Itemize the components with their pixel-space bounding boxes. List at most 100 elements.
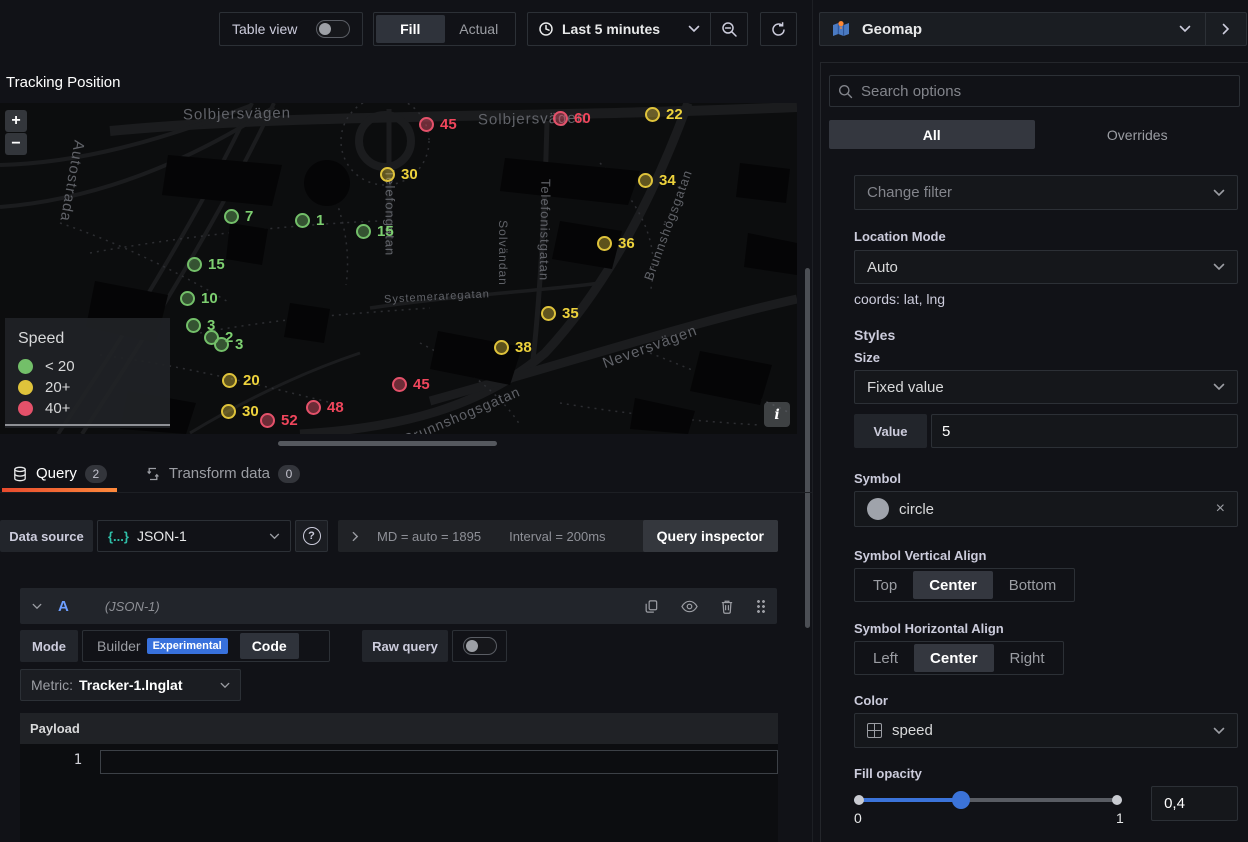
fill-opacity-input[interactable]: 0,4 (1151, 786, 1238, 821)
color-select[interactable]: speed (854, 713, 1238, 748)
map-point[interactable]: 45 (392, 376, 430, 393)
payload-code-editor[interactable]: 1 (20, 744, 778, 842)
tab-all[interactable]: All (829, 120, 1035, 149)
map-point[interactable]: 30 (221, 403, 259, 420)
query-row-header[interactable]: A (JSON-1) (20, 588, 777, 624)
payload-section-header: Payload (20, 713, 778, 744)
slider-thumb[interactable] (952, 791, 970, 809)
horizontal-scrollbar[interactable] (278, 441, 497, 446)
map-attribution-button[interactable]: i (764, 402, 790, 427)
search-options-input[interactable] (861, 83, 1231, 100)
tab-overrides[interactable]: Overrides (1035, 120, 1241, 149)
clear-symbol-icon[interactable]: × (1216, 500, 1225, 518)
refresh-button[interactable] (760, 12, 797, 46)
map-point[interactable]: 45 (419, 116, 457, 133)
slider-min-label: 0 (854, 810, 862, 826)
legend-item-label: < 20 (45, 358, 75, 375)
duplicate-query-icon[interactable] (644, 599, 659, 614)
query-ref-id: A (58, 598, 69, 615)
vertical-align-top[interactable]: Top (857, 571, 913, 599)
map-zoom-out-button[interactable]: − (5, 133, 27, 155)
change-filter-placeholder: Change filter (867, 184, 952, 201)
zoom-out-time-button[interactable] (710, 13, 747, 45)
point-value: 15 (377, 223, 394, 240)
map-point[interactable]: 7 (224, 208, 253, 225)
time-range-button[interactable]: Last 5 minutes (528, 13, 710, 45)
tab-query[interactable]: Query 2 (2, 455, 117, 492)
clock-icon (538, 21, 554, 37)
fill-option[interactable]: Fill (376, 15, 445, 43)
point-value: 45 (440, 116, 457, 133)
fill-opacity-slider[interactable]: 0 1 (854, 786, 1125, 828)
location-mode-select[interactable]: Auto (854, 250, 1238, 284)
horizontal-align-left[interactable]: Left (857, 644, 914, 672)
point-value: 36 (618, 235, 635, 252)
metric-picker[interactable]: Metric: Tracker-1.lnglat (20, 669, 241, 701)
size-mode-select[interactable]: Fixed value (854, 370, 1238, 404)
visualization-picker[interactable]: Geomap (819, 12, 1247, 46)
map-point[interactable]: 36 (597, 235, 635, 252)
styles-section-header: Styles (854, 327, 1238, 343)
tab-transform-data[interactable]: Transform data 0 (135, 455, 310, 492)
drag-handle[interactable] (756, 599, 765, 613)
collapse-chevron-icon[interactable] (32, 603, 42, 610)
map-point[interactable]: 60 (553, 110, 591, 127)
map-zoom-in-button[interactable]: + (5, 110, 27, 132)
table-view-switch[interactable] (316, 20, 350, 38)
map-point[interactable]: 3 (214, 336, 243, 353)
vertical-align-bottom[interactable]: Bottom (993, 571, 1073, 599)
map-point[interactable]: 52 (260, 412, 298, 429)
data-source-value: JSON-1 (137, 528, 187, 544)
horizontal-align-center[interactable]: Center (914, 644, 994, 672)
point-dot (186, 318, 201, 333)
map-point[interactable]: 15 (356, 223, 394, 240)
chevron-down-icon (269, 533, 280, 540)
symbol-horizontal-align-group: LeftCenterRight (854, 641, 1064, 675)
map-point[interactable]: 1 (295, 212, 324, 229)
map-legend: Speed < 2020+40+ (5, 318, 170, 428)
search-options-box[interactable] (829, 75, 1240, 107)
map-point[interactable]: 38 (494, 339, 532, 356)
map-point[interactable]: 30 (380, 166, 418, 183)
hide-query-eye-icon[interactable] (681, 600, 698, 613)
code-option[interactable]: Code (240, 633, 299, 659)
table-view-label: Table view (232, 21, 297, 37)
vertical-align-center[interactable]: Center (913, 571, 993, 599)
point-dot (597, 236, 612, 251)
map-point[interactable]: 20 (222, 372, 260, 389)
point-value: 1 (316, 212, 324, 229)
symbol-vertical-align-label: Symbol Vertical Align (854, 548, 1238, 563)
payload-input[interactable] (100, 750, 778, 774)
map-point[interactable]: 15 (187, 256, 225, 273)
help-icon: ? (303, 527, 321, 545)
point-dot (392, 377, 407, 392)
size-value-input[interactable]: 5 (931, 414, 1238, 448)
raw-query-switch[interactable] (463, 637, 497, 655)
map-point[interactable]: 35 (541, 305, 579, 322)
collapse-pane-button[interactable] (1206, 13, 1246, 45)
legend-item: 20+ (18, 379, 170, 396)
actual-option[interactable]: Actual (445, 15, 514, 43)
map-point[interactable]: 48 (306, 399, 344, 416)
point-value: 60 (574, 110, 591, 127)
data-source-picker[interactable]: {...} JSON-1 (97, 520, 291, 552)
metric-value: Tracker-1.lnglat (79, 677, 183, 693)
point-value: 45 (413, 376, 430, 393)
map-point[interactable]: 34 (638, 172, 676, 189)
location-mode-value: Auto (867, 259, 898, 276)
table-view-toggle-box[interactable]: Table view (219, 12, 363, 46)
grafana-panel-editor: Table view Fill Actual Last 5 minutes Tr… (0, 0, 1248, 842)
map-point[interactable]: 22 (645, 106, 683, 123)
horizontal-align-right[interactable]: Right (994, 644, 1061, 672)
map-point[interactable]: 10 (180, 290, 218, 307)
change-filter-select[interactable]: Change filter (854, 175, 1238, 210)
builder-option[interactable]: Builder Experimental (85, 633, 240, 659)
query-inspector-button[interactable]: Query inspector (643, 520, 778, 552)
delete-query-trash-icon[interactable] (720, 599, 734, 614)
query-options-bar[interactable]: MD = auto = 1895 Interval = 200ms Query … (338, 520, 778, 552)
symbol-select[interactable]: circle × (854, 491, 1238, 527)
datasource-help-button[interactable]: ? (295, 520, 328, 552)
vertical-scrollbar[interactable] (805, 268, 810, 628)
geomap-canvas[interactable]: SolbjersvägenSolbjersvägenAutostradaTele… (0, 103, 797, 434)
raw-query-toggle-box[interactable] (452, 630, 507, 662)
